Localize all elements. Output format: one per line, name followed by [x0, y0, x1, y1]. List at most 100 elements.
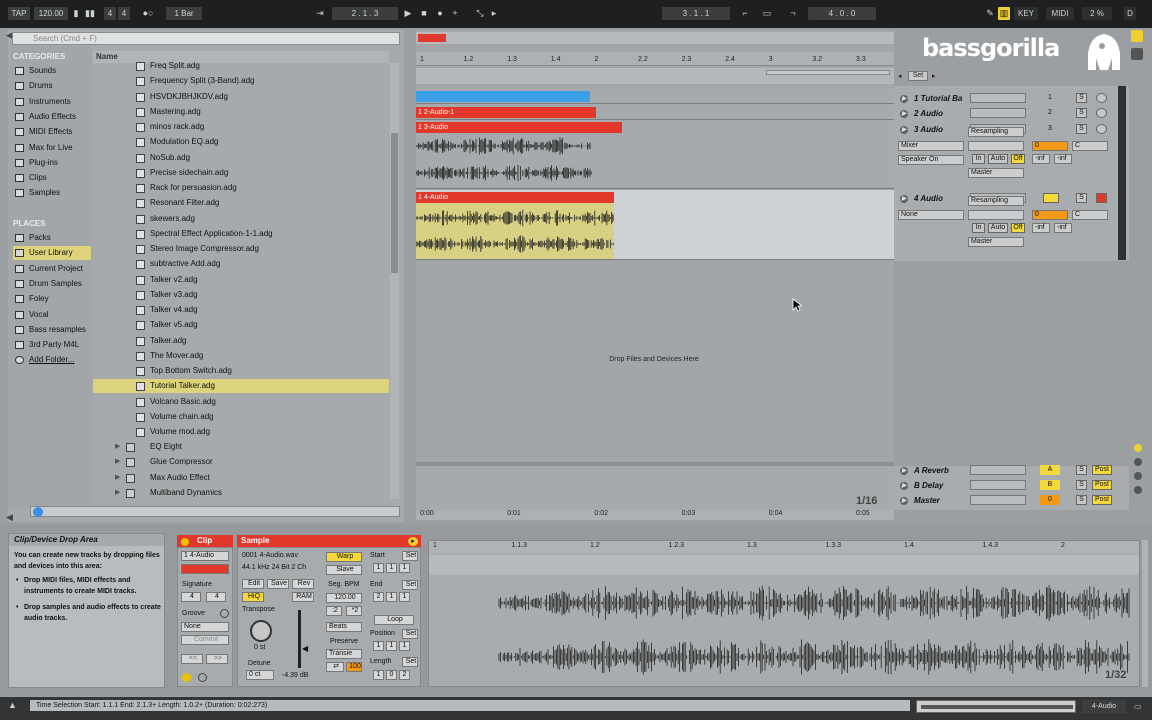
gain-slider[interactable]	[298, 610, 301, 668]
search-input[interactable]: Search (Cmd + F)	[12, 32, 400, 45]
file-item[interactable]: HSVDKJBHJKDV.adg	[93, 90, 389, 104]
sample-edit-icon[interactable]: ▸	[408, 537, 418, 546]
loop-button[interactable]: Loop	[374, 615, 414, 625]
session-view-icon[interactable]	[1131, 48, 1143, 60]
solo-button[interactable]: S	[1076, 124, 1087, 134]
sample-end-field[interactable]: 2	[373, 592, 384, 602]
mixer-track-name[interactable]: ▶ 2 Audio	[898, 108, 966, 120]
sig-numerator[interactable]: 4	[104, 7, 116, 20]
file-item[interactable]: The Mover.adg	[93, 349, 389, 363]
send-b-field[interactable]: -inf	[1054, 154, 1072, 164]
sig-denominator[interactable]: 4	[118, 7, 130, 20]
volume-field[interactable]: 100	[346, 662, 362, 672]
pencil-icon[interactable]: ✎	[984, 7, 996, 20]
input-type-select[interactable]: Resampling	[968, 196, 1024, 206]
punch-in-icon[interactable]: ⌐	[736, 7, 754, 20]
midi-map-button[interactable]: MIDI	[1046, 7, 1074, 20]
loop-start[interactable]: 3 . 1 . 1	[662, 7, 730, 20]
track-fold-icon[interactable]: ▶	[900, 482, 908, 490]
input-channel-select[interactable]	[968, 210, 1024, 220]
pan-field[interactable]: C	[1072, 210, 1108, 220]
mixer-track-name[interactable]: ▶ 3 Audio	[898, 124, 966, 136]
preview-bar[interactable]	[30, 506, 400, 517]
input-channel-select[interactable]	[968, 141, 1024, 151]
hiq-button[interactable]: HiQ	[242, 592, 264, 602]
seg-bpm-field[interactable]: 120.00	[326, 593, 362, 603]
track-lane-2[interactable]: 1 2-Audio-1	[416, 104, 894, 120]
file-item[interactable]: subtractive Add.adg	[93, 257, 389, 271]
category-midi-effects[interactable]: MIDI Effects	[13, 125, 91, 139]
loop-switch-icon[interactable]: ▭	[760, 7, 774, 20]
folder-item[interactable]: ▶ Max Audio Effect	[93, 471, 389, 485]
pan-field[interactable]: C	[1072, 141, 1108, 151]
rev-button[interactable]: Rev	[292, 579, 314, 589]
file-item[interactable]: NoSub.adg	[93, 151, 389, 165]
return-solo-button[interactable]: S	[1076, 465, 1087, 475]
auto-button[interactable]: Auto	[988, 154, 1008, 164]
track-fold-icon[interactable]: ▶	[900, 195, 908, 203]
return-track-name[interactable]: ▶ B Delay	[898, 480, 966, 492]
expand-triangle-icon[interactable]: ▶	[115, 486, 120, 500]
tap-button[interactable]: TAP	[8, 7, 30, 20]
position-set-button[interactable]: Set	[402, 629, 418, 639]
preserve-select[interactable]: Transie	[326, 649, 362, 659]
place-add-folder-[interactable]: Add Folder...	[13, 353, 91, 367]
category-audio-effects[interactable]: Audio Effects	[13, 110, 91, 124]
file-item[interactable]: Rack for persuasion.adg	[93, 181, 389, 195]
key-map-button[interactable]: KEY	[1014, 7, 1038, 20]
mixer-input-slot[interactable]	[970, 93, 1026, 103]
status-toggle-icon[interactable]: ▲	[8, 700, 22, 712]
folder-item[interactable]: ▶ Multiband Dynamics	[93, 486, 389, 500]
file-item[interactable]: Tutorial Talker.adg	[93, 379, 389, 394]
speaker-select[interactable]: Speaker On	[898, 155, 964, 165]
category-plug-ins[interactable]: Plug-ins	[13, 156, 91, 170]
time-ruler[interactable]: 0:00 0:01 0:02 0:03 0:04 0:05	[416, 510, 894, 520]
locator-controls[interactable]: ◂ Set ▸	[898, 71, 956, 83]
sample-start-field[interactable]: 1	[399, 563, 410, 573]
loop-marker-icon[interactable]	[198, 673, 207, 682]
arrangement-position[interactable]: 2 . 1 . 3	[332, 7, 398, 20]
track-fold-icon[interactable]: ▶	[900, 497, 908, 505]
expand-triangle-icon[interactable]: ▶	[115, 455, 120, 469]
stop-icon[interactable]: ■	[418, 7, 430, 20]
sample-ruler[interactable]: 1 1.1.3 1.2 1.2.3 1.3 1.3.3 1.4 1.4.3 2	[429, 541, 1139, 553]
monitor-select[interactable]: Mixer	[898, 141, 964, 151]
metronome-icon[interactable]: ▮▮	[84, 7, 96, 20]
return-solo-button[interactable]: S	[1076, 495, 1087, 505]
place-vocal[interactable]: Vocal	[13, 308, 91, 322]
mixer-track-name[interactable]: ▶ 4 Audio	[898, 193, 966, 205]
category-drums[interactable]: Drums	[13, 79, 91, 93]
warp-button[interactable]: Warp	[326, 552, 362, 562]
start-set-button[interactable]: Set	[402, 551, 418, 561]
length-set-button[interactable]: Set	[402, 657, 418, 667]
view-toggle-icon[interactable]	[1131, 30, 1143, 42]
detune-field[interactable]: 0 ct	[246, 670, 274, 680]
file-item[interactable]: minos rack.adg	[93, 120, 389, 134]
file-item[interactable]: Resonant Filter.adg	[93, 196, 389, 210]
sample-end-field[interactable]: 1	[399, 592, 410, 602]
browser-scrollbar[interactable]	[390, 63, 399, 499]
follow-icon[interactable]: ⇥	[314, 7, 326, 20]
file-item[interactable]: Spectral Effect Application-1-1.adg	[93, 227, 389, 241]
off-button[interactable]: Off	[1011, 154, 1025, 164]
sample-end-field[interactable]: 1	[386, 592, 397, 602]
groove-select[interactable]: None	[181, 622, 229, 632]
off-button[interactable]: Off	[1011, 223, 1025, 233]
play-icon[interactable]: ▶	[402, 7, 414, 20]
sample-len-field[interactable]: 1	[373, 670, 384, 680]
track-fold-icon[interactable]: ▶	[900, 110, 908, 118]
record-icon[interactable]: ●	[434, 7, 446, 20]
mixer-track-name[interactable]: ▶ 1 Tutorial Ba	[898, 93, 966, 105]
place-drum-samples[interactable]: Drum Samples	[13, 277, 91, 291]
commit-button[interactable]: Commit	[181, 635, 229, 645]
auto-button[interactable]: Auto	[988, 223, 1008, 233]
file-item[interactable]: Volcano Basic.adg	[93, 395, 389, 409]
clip-audio-4[interactable]: 1 4-Audio	[416, 192, 614, 203]
clip-color-swatch[interactable]	[181, 564, 229, 574]
post-button[interactable]: Post	[1092, 480, 1112, 490]
edit-button[interactable]: Edit	[242, 579, 264, 589]
in-button[interactable]: In	[972, 154, 985, 164]
arm-icon[interactable]	[1096, 108, 1107, 118]
file-item[interactable]: Mastering.adg	[93, 105, 389, 119]
place-3rd-party-m4l[interactable]: 3rd Party M4L	[13, 338, 91, 352]
